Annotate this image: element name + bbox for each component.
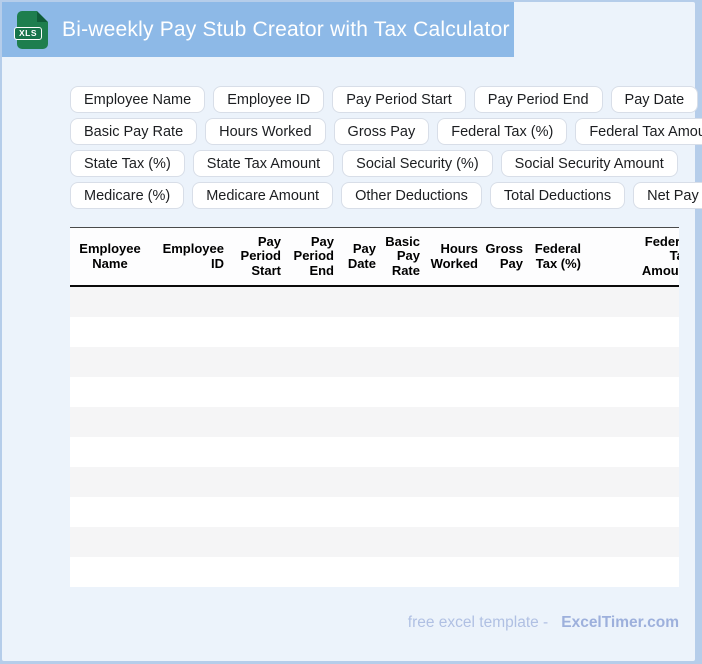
table-empty-row: [70, 437, 679, 467]
table-header-cell: Pay Period Start: [240, 233, 281, 278]
table-empty-row: [70, 557, 679, 587]
table-empty-row: [70, 287, 679, 317]
field-chip[interactable]: Pay Period Start: [332, 86, 466, 113]
field-chip[interactable]: Social Security Amount: [500, 150, 678, 177]
field-chip-row: State Tax (%) State Tax Amount Social Secu…: [70, 150, 702, 177]
field-chip[interactable]: Total Deductions: [489, 182, 626, 209]
table-header-cell: Basic Pay Rate: [385, 233, 420, 278]
field-chip[interactable]: Social Security (%): [342, 150, 493, 177]
field-chip[interactable]: Employee Name: [70, 86, 206, 113]
table-empty-row: [70, 377, 679, 407]
field-chip[interactable]: Federal Tax Amount: [575, 118, 702, 145]
field-chip[interactable]: Other Deductions: [341, 182, 482, 209]
field-chip[interactable]: Pay Date: [610, 86, 699, 113]
field-chip-row: Basic Pay Rate Hours Worked Gross Pay Feder…: [70, 118, 702, 145]
field-chip-row: Medicare (%) Medicare Amount Other Deducti…: [70, 182, 702, 209]
field-chip-list: Employee Name Employee ID Pay Period Start…: [70, 86, 702, 214]
table-header-cell: Federal Tax (%): [534, 241, 581, 271]
xls-icon-label: XLS: [14, 26, 43, 40]
footer: free excel template - ExcelTimer.com: [408, 614, 679, 632]
table-empty-row: [70, 317, 679, 347]
field-chip[interactable]: State Tax Amount: [192, 150, 335, 177]
table-header-cell: Gross Pay: [485, 241, 523, 271]
field-chip[interactable]: Basic Pay Rate: [70, 118, 198, 145]
title-bar: XLS Bi-weekly Pay Stub Creator with Tax …: [2, 2, 514, 57]
footer-text: free excel template -: [407, 614, 549, 631]
field-chip[interactable]: State Tax (%): [70, 150, 185, 177]
page-title: Bi-weekly Pay Stub Creator with Tax Calc…: [62, 17, 510, 41]
table-header-cell: Federal Tax Amount: [641, 233, 679, 278]
page-background: XLS Bi-weekly Pay Stub Creator with Tax …: [0, 0, 702, 664]
xls-file-icon: XLS: [14, 10, 48, 49]
xls-icon-corner-cut: [37, 10, 48, 22]
table-empty-row: [70, 497, 679, 527]
table-header-cell: Pay Period End: [293, 233, 334, 278]
table-body: [70, 287, 679, 587]
table-header-cell: Pay Date: [347, 241, 376, 271]
table-empty-row: [70, 467, 679, 497]
footer-brand-link[interactable]: ExcelTimer.com: [561, 614, 679, 631]
field-chip[interactable]: Hours Worked: [205, 118, 326, 145]
table-empty-row: [70, 527, 679, 557]
table-header-cell: Employee ID: [162, 241, 224, 271]
paystub-table: Employee Name Employee ID Pay Period Start…: [70, 227, 679, 587]
field-chip[interactable]: Employee ID: [213, 86, 325, 113]
field-chip[interactable]: Pay Period End: [473, 86, 603, 113]
table-empty-row: [70, 407, 679, 437]
table-header-cell: Hours Worked: [430, 241, 478, 271]
field-chip-row: Employee Name Employee ID Pay Period Start…: [70, 86, 702, 113]
field-chip[interactable]: Federal Tax (%): [437, 118, 568, 145]
field-chip[interactable]: Net Pay: [633, 182, 702, 209]
table-header-cell: Employee Name: [79, 241, 141, 271]
field-chip[interactable]: Medicare Amount: [192, 182, 334, 209]
field-chip[interactable]: Gross Pay: [333, 118, 430, 145]
table-empty-row: [70, 347, 679, 377]
content-card: XLS Bi-weekly Pay Stub Creator with Tax …: [2, 2, 702, 661]
field-chip[interactable]: Medicare (%): [70, 182, 185, 209]
table-header-row: Employee Name Employee ID Pay Period Start…: [70, 227, 679, 287]
